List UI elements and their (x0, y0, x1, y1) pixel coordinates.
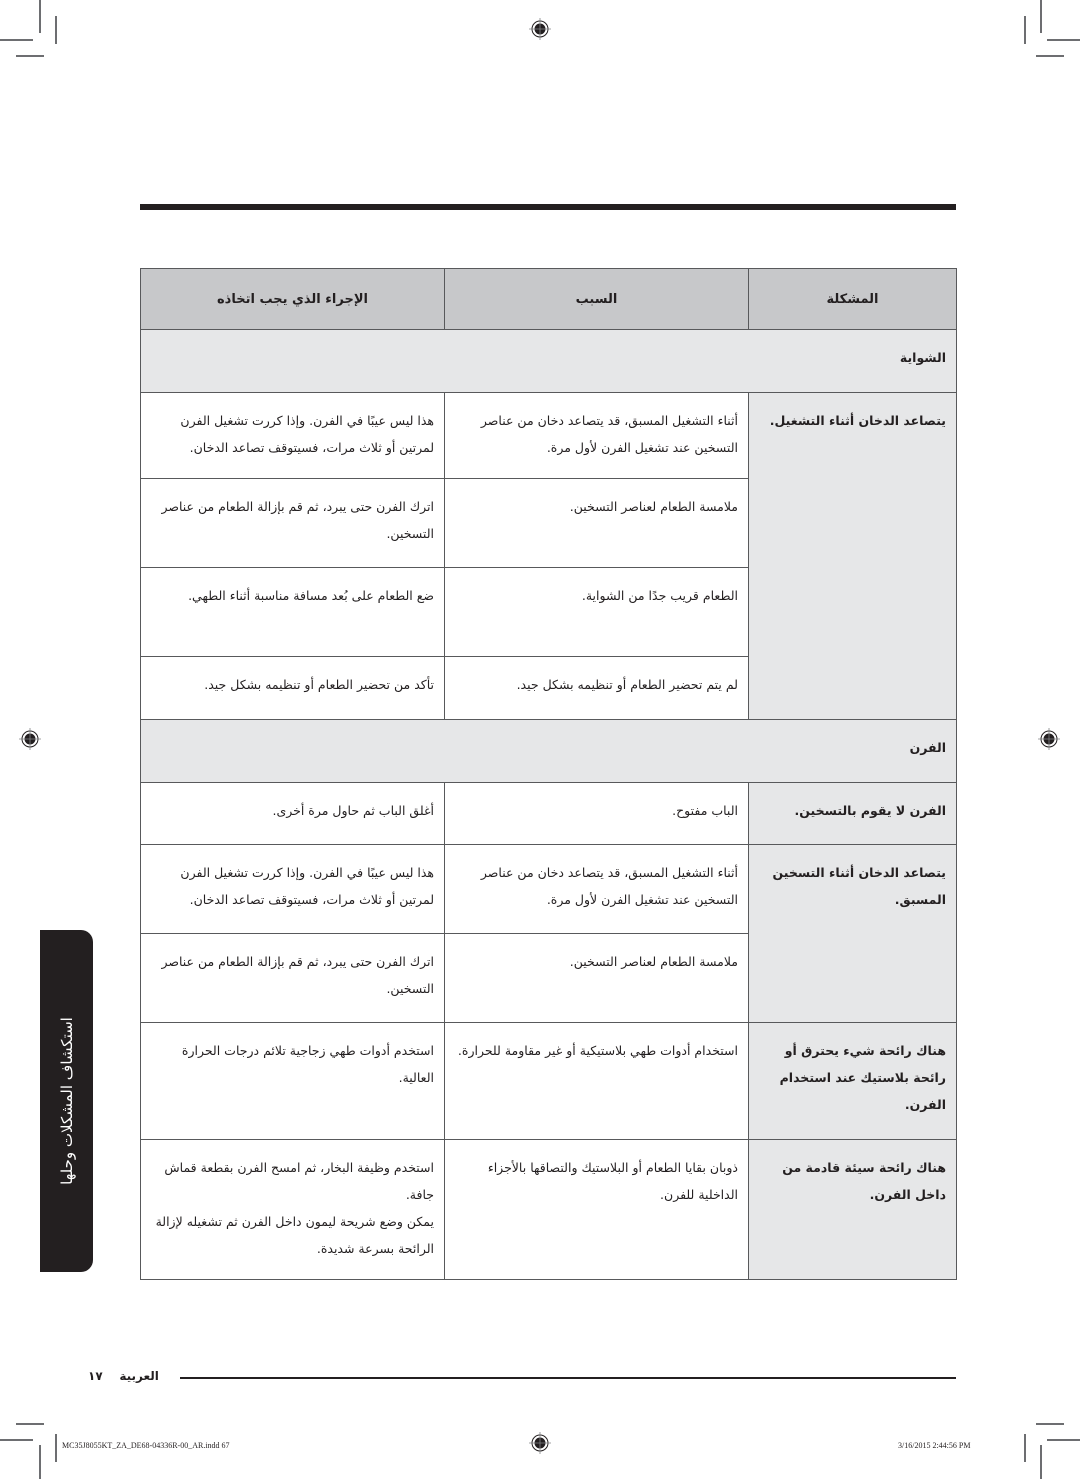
registration-mark-icon (529, 18, 551, 40)
problem-cell: هناك رائحة شيء يحترق أو رائحة بلاستيك عن… (748, 1022, 957, 1140)
table-row: يتصاعد الدخان أثناء التسخين المسبق. أثنا… (140, 844, 957, 1023)
troubleshooting-table: المشكلة السبب الإجراء الذي يجب اتخاذه ال… (140, 268, 957, 1280)
crop-mark (39, 1445, 41, 1479)
action-cell: ضع الطعام على بُعد مسافة مناسبة أثناء ال… (140, 567, 445, 657)
crop-mark (1024, 1434, 1026, 1462)
table-row: يتصاعد الدخان أثناء التشغيل. أثناء التشغ… (140, 392, 957, 720)
crop-mark (1047, 39, 1080, 41)
crop-mark (1024, 16, 1026, 44)
footer-rule (180, 1377, 956, 1379)
crop-mark (1036, 1423, 1064, 1425)
action-cell: استخدم وظيفة البخار، ثم امسح الفرن بقطعة… (140, 1139, 445, 1280)
action-cell: اترك الفرن حتى يبرد، ثم قم بإزالة الطعام… (140, 478, 445, 568)
problem-cell: الفرن لا يقوم بالتسخين. (748, 782, 957, 845)
chapter-side-tab: استكشاف المشكلات وحلها (40, 930, 93, 1272)
footer-page-number: ١٧ (88, 1369, 103, 1383)
registration-mark-icon (529, 1432, 551, 1454)
cause-cell: الطعام قريب جدًا من الشواية. (444, 567, 749, 657)
action-cell: تأكد من تحضير الطعام أو تنظيمه بشكل جيد. (140, 656, 445, 720)
section-row: الشواية (140, 329, 957, 393)
action-cell: هذا ليس عيبًا في الفرن. وإذا كررت تشغيل … (140, 844, 445, 934)
crop-mark (55, 16, 57, 44)
crop-mark (39, 0, 41, 33)
print-slug-file: MC35J8055KT_ZA_DE68-04336R-00_AR.indd 67 (62, 1441, 230, 1450)
footer-language: العربية (119, 1369, 159, 1383)
section-title-grill: الشواية (140, 329, 957, 393)
problem-cell: يتصاعد الدخان أثناء التسخين المسبق. (748, 844, 957, 1023)
cause-cell: ملامسة الطعام لعناصر التسخين. (444, 478, 749, 568)
registration-mark-icon (19, 728, 41, 750)
crop-mark (0, 39, 33, 41)
table-row: هناك رائحة شيء يحترق أو رائحة بلاستيك عن… (140, 1022, 957, 1140)
crop-mark (1036, 55, 1064, 57)
header-cause: السبب (444, 268, 749, 330)
problem-cell: هناك رائحة سيئة قادمة من داخل الفرن. (748, 1139, 957, 1280)
crop-mark (16, 1423, 44, 1425)
action-cell: اترك الفرن حتى يبرد، ثم قم بإزالة الطعام… (140, 933, 445, 1023)
action-cell: هذا ليس عيبًا في الفرن. وإذا كررت تشغيل … (140, 392, 445, 479)
header-problem: المشكلة (748, 268, 957, 330)
print-slug-timestamp: 3/16/2015 2:44:56 PM (898, 1441, 971, 1450)
crop-mark (0, 1439, 33, 1441)
table-row: هناك رائحة سيئة قادمة من داخل الفرن. ذوب… (140, 1139, 957, 1280)
crop-mark (1047, 1439, 1080, 1441)
cause-cell: استخدام أدوات طهي بلاستيكية أو غير مقاوم… (444, 1022, 749, 1140)
cause-cell: ملامسة الطعام لعناصر التسخين. (444, 933, 749, 1023)
chapter-side-tab-label: استكشاف المشكلات وحلها (57, 1017, 76, 1185)
cause-cell: الباب مفتوح. (444, 782, 749, 845)
table-header-row: المشكلة السبب الإجراء الذي يجب اتخاذه (140, 268, 957, 330)
section-row: الفرن (140, 719, 957, 783)
registration-mark-icon (1038, 728, 1060, 750)
cause-cell: لم يتم تحضير الطعام أو تنظيمه بشكل جيد. (444, 656, 749, 720)
action-cell: استخدم أدوات طهي زجاجية تلائم درجات الحر… (140, 1022, 445, 1140)
cause-cell: أثناء التشغيل المسبق، قد يتصاعد دخان من … (444, 392, 749, 479)
top-rule (140, 204, 956, 210)
crop-mark (1040, 1445, 1042, 1479)
problem-cell: يتصاعد الدخان أثناء التشغيل. (748, 392, 957, 720)
table-row: الفرن لا يقوم بالتسخين. الباب مفتوح. أغل… (140, 782, 957, 845)
crop-mark (55, 1434, 57, 1462)
section-title-oven: الفرن (140, 719, 957, 783)
action-cell: أغلق الباب ثم حاول مرة أخرى. (140, 782, 445, 845)
footer-page-label: العربية ١٧ (88, 1369, 159, 1383)
crop-mark (1040, 0, 1042, 33)
cause-cell: أثناء التشغيل المسبق، قد يتصاعد دخان من … (444, 844, 749, 934)
header-action: الإجراء الذي يجب اتخاذه (140, 268, 445, 330)
crop-mark (16, 55, 44, 57)
cause-cell: ذوبان بقايا الطعام أو البلاستيك والتصاقه… (444, 1139, 749, 1280)
